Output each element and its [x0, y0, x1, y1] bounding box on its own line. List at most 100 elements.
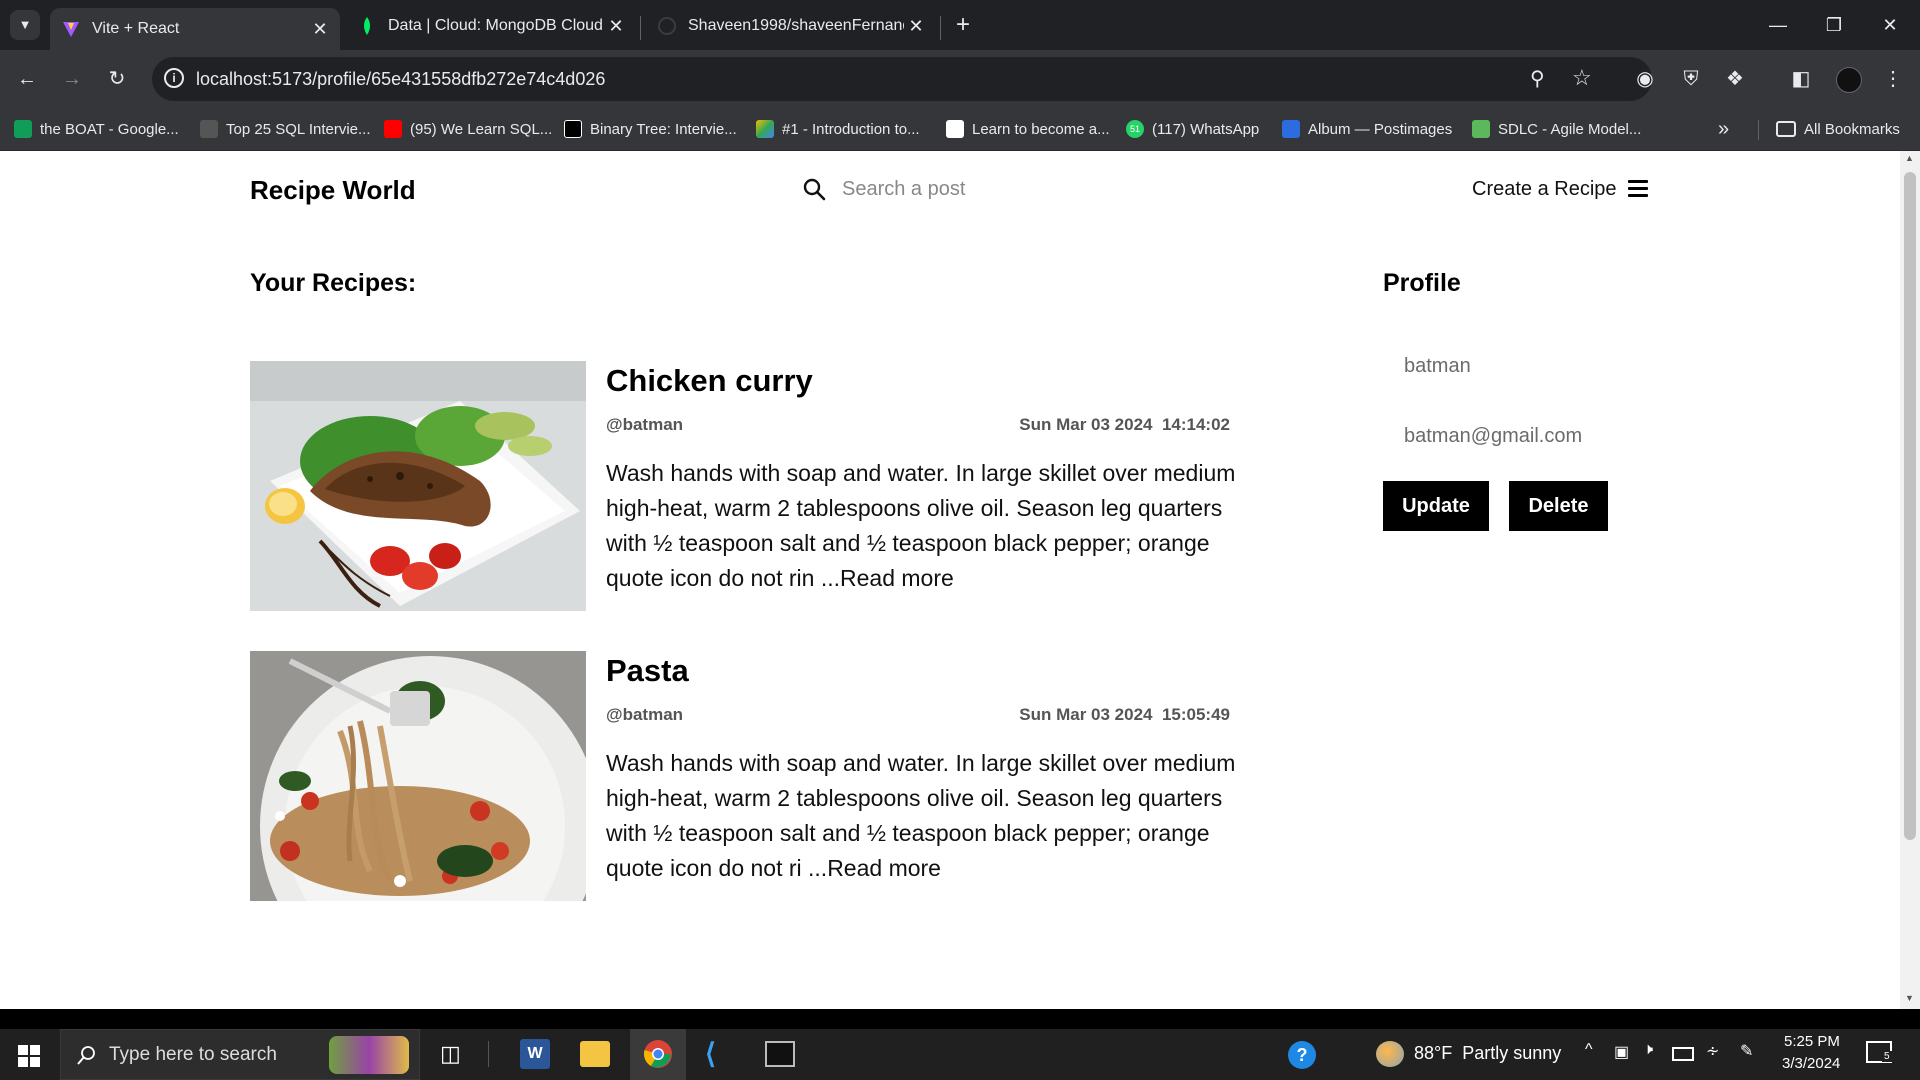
tab-github[interactable]: Shaveen1998/shaveenFernando ✕ — [646, 6, 936, 46]
forward-icon[interactable]: → — [55, 62, 89, 96]
chrome-taskbar-button[interactable] — [630, 1029, 686, 1080]
search-icon — [803, 178, 826, 201]
tutorialspoint-icon — [1472, 120, 1490, 138]
tab-title: Vite + React — [92, 20, 180, 37]
read-more-link[interactable]: ...Read more — [808, 855, 941, 881]
bookmark-item[interactable]: #1 - Introduction to... — [756, 118, 920, 140]
bookmark-item[interactable]: 51 (117) WhatsApp — [1126, 118, 1259, 140]
roadmap-icon — [946, 120, 964, 138]
read-more-link[interactable]: ...Read more — [821, 565, 954, 591]
post-title[interactable]: Pasta — [606, 653, 689, 689]
address-bar[interactable]: i localhost:5173/profile/65e431558dfb272… — [152, 57, 1652, 101]
notifications-icon[interactable]: 5 — [1866, 1041, 1892, 1063]
tab-separator — [940, 16, 941, 40]
postimages-icon — [1282, 120, 1300, 138]
bookmark-star-icon[interactable]: ☆ — [1572, 65, 1592, 91]
profile-username: batman — [1404, 355, 1471, 377]
word-icon[interactable]: W — [520, 1039, 550, 1069]
side-panel-icon[interactable]: ◧ — [1784, 62, 1818, 96]
hamburger-menu-icon[interactable] — [1628, 180, 1648, 197]
more-bookmarks-icon[interactable]: » — [1718, 118, 1729, 140]
tab-mongodb[interactable]: Data | Cloud: MongoDB Cloud ✕ — [346, 6, 636, 46]
google-drive-icon — [756, 120, 774, 138]
camera-extension-icon[interactable]: ◉ — [1628, 62, 1662, 96]
show-hidden-icons-icon[interactable]: ^ — [1585, 1041, 1593, 1059]
profile-avatar[interactable] — [1836, 67, 1862, 93]
post-summary: Wash hands with soap and water. In large… — [606, 456, 1236, 596]
back-icon[interactable]: ← — [10, 62, 44, 96]
search-highlight-flowers-icon — [329, 1036, 409, 1074]
close-tab-icon[interactable]: ✕ — [604, 16, 628, 37]
windows-start-icon[interactable] — [18, 1045, 40, 1067]
scroll-down-arrow-icon[interactable]: ▼ — [1905, 993, 1914, 1003]
weather-text[interactable]: 88°F Partly sunny — [1414, 1043, 1561, 1064]
bookmark-item[interactable]: the BOAT - Google... — [14, 118, 179, 140]
bookmark-item[interactable]: Top 25 SQL Intervie... — [200, 118, 371, 140]
post-summary: Wash hands with soap and water. In large… — [606, 746, 1236, 886]
close-tab-icon[interactable]: ✕ — [308, 19, 332, 40]
folder-icon — [1776, 121, 1796, 137]
post-title[interactable]: Chicken curry — [606, 363, 813, 399]
taskbar-separator — [488, 1041, 489, 1067]
post-date: Sun Mar 03 2024 15:05:49 — [1019, 705, 1230, 724]
post-image-pasta[interactable] — [250, 651, 586, 901]
bookmark-item[interactable]: Binary Tree: Intervie... — [564, 118, 737, 140]
task-view-icon[interactable]: ◫ — [440, 1041, 461, 1067]
search-input[interactable] — [840, 171, 1124, 207]
bookmark-item[interactable]: Album — Postimages — [1282, 118, 1452, 140]
clock-time[interactable]: 5:25 PM — [1784, 1033, 1840, 1050]
shield-extension-icon[interactable]: ⛨ — [1674, 62, 1708, 96]
whatsapp-icon: 51 — [1126, 120, 1144, 138]
taskbar-search-placeholder: Type here to search — [109, 1044, 277, 1065]
volume-icon[interactable]: 🕨 — [1643, 1041, 1653, 1059]
brand-logo[interactable]: Recipe World — [250, 175, 416, 206]
tab-vite-react[interactable]: Vite + React ✕ — [50, 8, 340, 50]
terminal-icon[interactable] — [765, 1041, 795, 1067]
vscode-icon[interactable]: ⟨ — [705, 1039, 735, 1069]
update-button[interactable]: Update — [1383, 481, 1489, 531]
scroll-up-arrow-icon[interactable]: ▲ — [1905, 153, 1914, 163]
close-tab-icon[interactable]: ✕ — [904, 16, 928, 37]
chrome-menu-icon[interactable]: ⋮ — [1876, 62, 1910, 96]
new-tab-button[interactable]: + — [948, 10, 978, 40]
post-author: @batman — [606, 705, 684, 724]
network-settings-icon[interactable]: ▣ — [1614, 1042, 1629, 1062]
restore-icon[interactable]: ❐ — [1814, 10, 1854, 40]
medium-icon — [564, 120, 582, 138]
post-date: Sun Mar 03 2024 14:14:02 — [1019, 415, 1230, 434]
all-bookmarks-button[interactable]: All Bookmarks — [1776, 118, 1900, 140]
bookmark-item[interactable]: Learn to become a... — [946, 118, 1110, 140]
bookmark-favicon-icon — [200, 120, 218, 138]
profile-heading: Profile — [1383, 269, 1461, 297]
site-info-icon[interactable]: i — [164, 68, 184, 88]
battery-icon[interactable] — [1672, 1047, 1694, 1061]
reload-icon[interactable]: ↻ — [100, 62, 134, 96]
page-viewport: Recipe World Create a Recipe Your Recipe… — [0, 151, 1900, 1009]
post-image-chicken-curry[interactable] — [250, 361, 586, 611]
minimize-icon[interactable]: — — [1758, 10, 1798, 40]
help-icon[interactable]: ? — [1288, 1041, 1316, 1069]
mongodb-leaf-icon — [358, 17, 376, 35]
taskbar-search-box[interactable]: Type here to search — [60, 1029, 420, 1080]
weather-icon — [1376, 1041, 1404, 1067]
bookmarks-bar: the BOAT - Google... Top 25 SQL Intervie… — [0, 108, 1920, 151]
vite-icon — [62, 20, 80, 38]
file-explorer-icon[interactable] — [580, 1041, 610, 1067]
windows-taskbar: Type here to search ◫ W ⟨ ? 88°F Partly … — [0, 1009, 1920, 1080]
scrollbar-thumb[interactable] — [1904, 172, 1916, 840]
tab-search-button[interactable]: ▼ — [10, 10, 40, 40]
your-recipes-heading: Your Recipes: — [250, 269, 417, 297]
bookmark-item[interactable]: (95) We Learn SQL... — [384, 118, 552, 140]
extensions-puzzle-icon[interactable]: ❖ — [1718, 62, 1752, 96]
url-text[interactable]: localhost:5173/profile/65e431558dfb272e7… — [196, 69, 605, 90]
create-recipe-link[interactable]: Create a Recipe — [1472, 178, 1617, 201]
close-window-icon[interactable]: ✕ — [1870, 10, 1910, 40]
browser-toolbar: ← → ↻ i localhost:5173/profile/65e431558… — [0, 50, 1920, 108]
password-key-icon[interactable]: ⚲ — [1530, 66, 1545, 91]
delete-button[interactable]: Delete — [1509, 481, 1608, 531]
pen-icon[interactable]: ✎ — [1740, 1041, 1753, 1061]
tab-separator — [640, 16, 641, 40]
clock-date[interactable]: 3/3/2024 — [1782, 1055, 1840, 1072]
wifi-icon[interactable]: ∻ — [1706, 1041, 1719, 1061]
bookmark-item[interactable]: SDLC - Agile Model... — [1472, 118, 1641, 140]
